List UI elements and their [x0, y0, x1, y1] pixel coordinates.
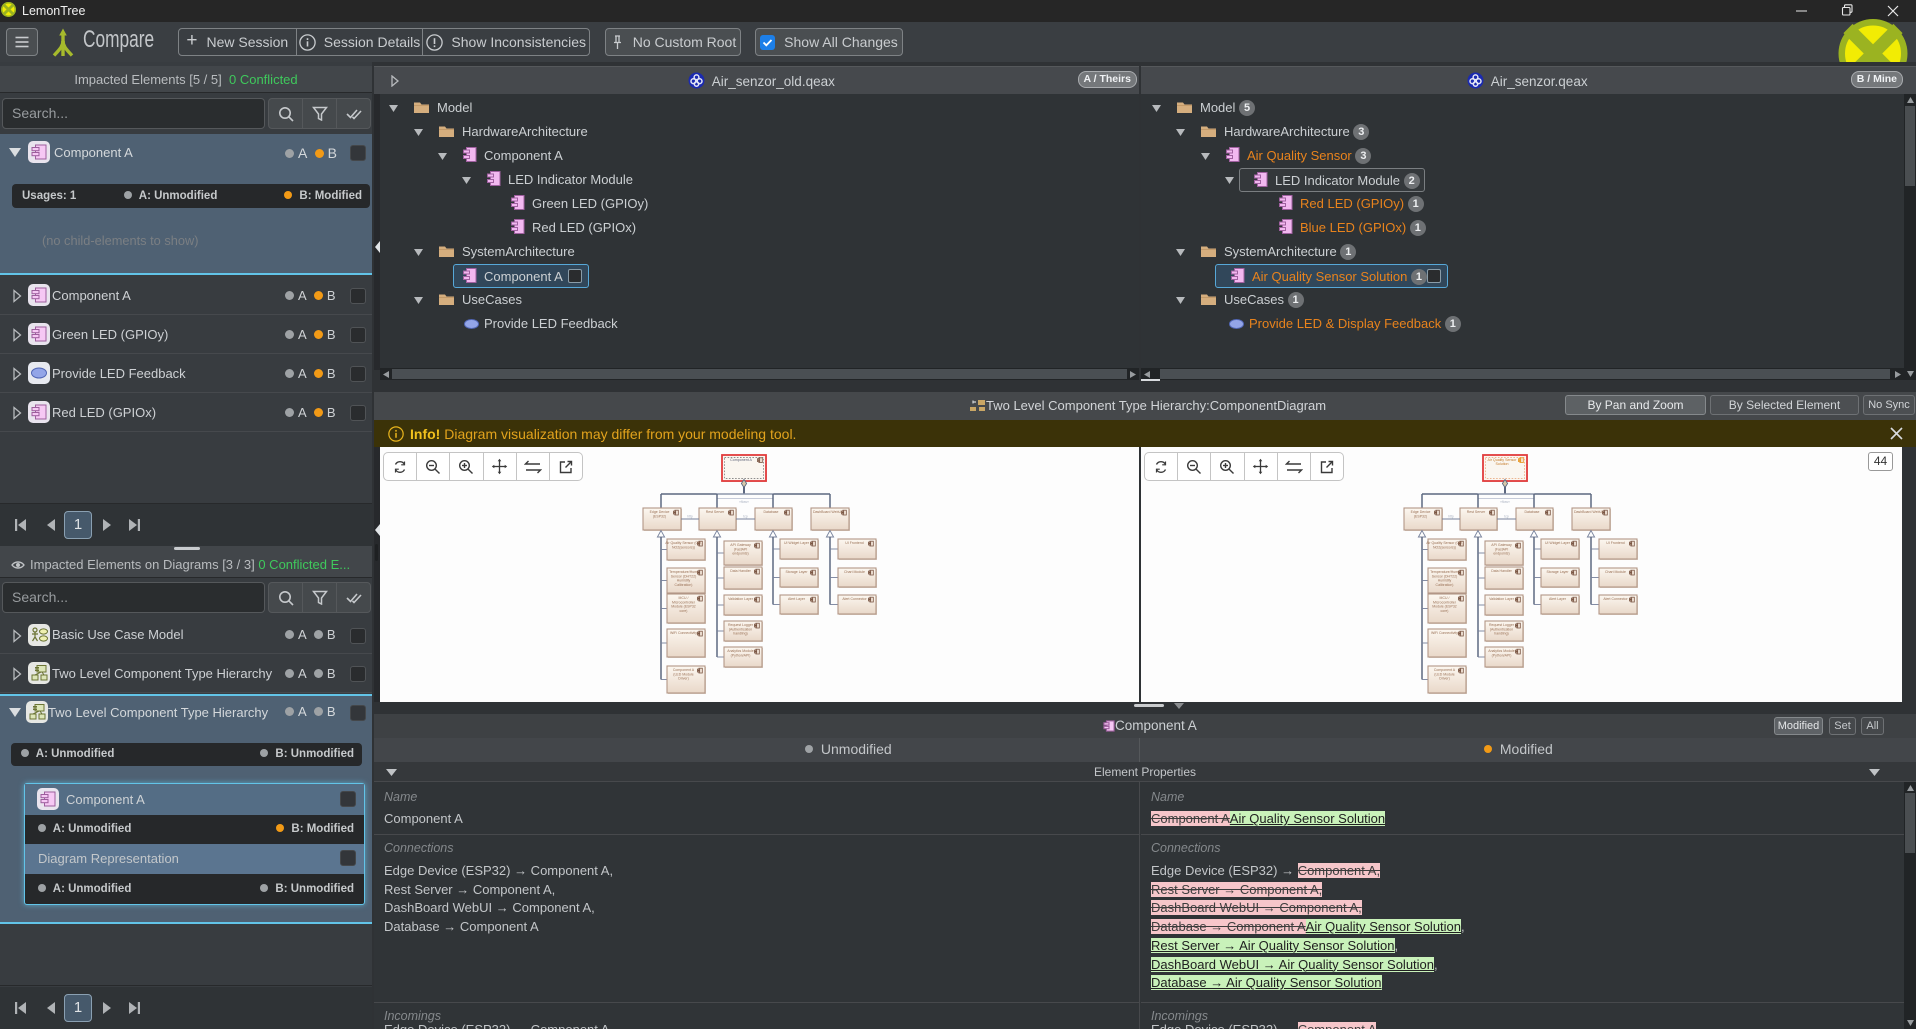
svg-text:Chart Module: Chart Module	[844, 570, 865, 574]
svg-text:Component A: Component A	[730, 458, 752, 462]
svg-text:Database: Database	[1525, 510, 1540, 514]
svg-text:tcp: tcp	[1504, 515, 1509, 519]
svg-text:Validation Layer: Validation Layer	[728, 597, 754, 601]
svg-text:Calibration): Calibration)	[675, 583, 693, 587]
svg-text:handling): handling)	[733, 632, 747, 636]
svg-text:Rest Server: Rest Server	[1467, 510, 1486, 514]
svg-text:Alert Layer: Alert Layer	[788, 597, 806, 601]
svg-text:NO2(sensors)): NO2(sensors))	[1433, 545, 1456, 549]
svg-text:WiFi Connectivity: WiFi Connectivity	[670, 631, 697, 635]
svg-text:endpoints): endpoints)	[732, 552, 748, 556]
svg-text:Alert Connector: Alert Connector	[842, 597, 867, 601]
svg-text:handling): handling)	[1494, 632, 1508, 636]
svg-text:UI Widget Layer: UI Widget Layer	[784, 541, 810, 545]
svg-text:(Python/API): (Python/API)	[731, 653, 751, 657]
svg-text:Chart Module: Chart Module	[1605, 570, 1626, 574]
svg-text:Alert Connector: Alert Connector	[1603, 597, 1628, 601]
svg-text:«flow»: «flow»	[739, 500, 749, 504]
svg-text:http: http	[687, 515, 693, 519]
svg-text:NO2(sensors)): NO2(sensors))	[672, 545, 695, 549]
svg-text:(ESP32): (ESP32)	[653, 514, 666, 518]
svg-text:Solution: Solution	[1496, 462, 1509, 466]
svg-text:http: http	[1448, 515, 1454, 519]
svg-text:core): core)	[680, 609, 688, 613]
svg-text:endpoints): endpoints)	[1493, 552, 1509, 556]
svg-text:Data Handler: Data Handler	[1491, 569, 1512, 573]
svg-text:(Python/API): (Python/API)	[1492, 653, 1512, 657]
svg-text:Database: Database	[764, 510, 779, 514]
svg-text:UI Frontend: UI Frontend	[845, 541, 864, 545]
svg-text:«flow»: «flow»	[1500, 500, 1510, 504]
svg-text:Storage Layer: Storage Layer	[1547, 570, 1570, 574]
svg-text:Data Handler: Data Handler	[730, 569, 751, 573]
svg-text:Driver): Driver)	[1439, 677, 1450, 681]
svg-text:tcp: tcp	[743, 515, 748, 519]
svg-text:core): core)	[1441, 609, 1449, 613]
svg-text:DashBoard WebUI: DashBoard WebUI	[1574, 510, 1603, 514]
svg-text:Calibration): Calibration)	[1436, 583, 1454, 587]
svg-text:Rest Server: Rest Server	[706, 510, 725, 514]
svg-text:Validation Layer: Validation Layer	[1489, 597, 1515, 601]
svg-text:Storage Layer: Storage Layer	[786, 570, 809, 574]
svg-text:DashBoard WebUI: DashBoard WebUI	[813, 510, 842, 514]
svg-text:WiFi Connectivity: WiFi Connectivity	[1431, 631, 1458, 635]
svg-text:UI Frontend: UI Frontend	[1606, 541, 1625, 545]
svg-text:(ESP32): (ESP32)	[1414, 514, 1427, 518]
svg-text:Driver): Driver)	[678, 677, 689, 681]
svg-text:Alert Layer: Alert Layer	[1549, 597, 1567, 601]
svg-text:UI Widget Layer: UI Widget Layer	[1545, 541, 1571, 545]
